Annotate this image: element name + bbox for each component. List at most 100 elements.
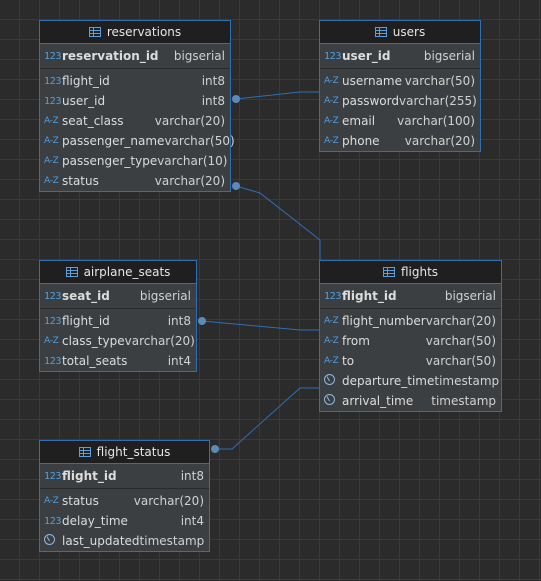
column-type: int4: [180, 514, 204, 528]
column-name: email: [342, 114, 376, 128]
column-row[interactable]: A-Z username varchar(50): [320, 71, 480, 91]
text-type-icon: A-Z: [324, 96, 339, 106]
entity-title: flight_status: [96, 445, 171, 459]
column-type: varchar(50): [425, 334, 496, 348]
numeric-type-icon: 123: [44, 290, 62, 302]
column-row[interactable]: A-Z flight_number varchar(20): [320, 311, 501, 331]
column-type: varchar(20): [154, 114, 225, 128]
column-row[interactable]: 123 total_seats int4: [40, 351, 196, 371]
text-type-icon: A-Z: [44, 116, 59, 126]
column-name: delay_time: [62, 514, 128, 528]
column-type: varchar(20): [154, 174, 225, 188]
column-row[interactable]: A-Z passenger_type varchar(10): [40, 151, 230, 171]
text-type-icon: A-Z: [324, 336, 339, 346]
primary-key-row[interactable]: 123 flight_id bigserial: [320, 286, 501, 306]
column-type: varchar(20): [425, 314, 496, 328]
column-type: bigserial: [139, 289, 191, 303]
column-row[interactable]: last_updated timestamp: [40, 531, 209, 551]
fk-flight-status-flights: [215, 387, 320, 450]
numeric-type-icon: 123: [44, 355, 62, 367]
primary-key-row[interactable]: 123 user_id bigserial: [320, 46, 480, 66]
entity-header[interactable]: flights: [320, 261, 501, 284]
column-row[interactable]: A-Z passenger_name varchar(50): [40, 131, 235, 151]
primary-key-section: 123 user_id bigserial: [320, 44, 480, 69]
column-type: varchar(20): [133, 494, 204, 508]
column-row[interactable]: 123 delay_time int4: [40, 511, 209, 531]
columns-section: A-Z username varchar(50) A-Z password varchar…: [320, 69, 480, 153]
primary-key-row[interactable]: 123 seat_id bigserial: [40, 286, 196, 306]
column-row[interactable]: A-Z from varchar(50): [320, 331, 501, 351]
column-name: user_id: [62, 94, 106, 108]
column-row[interactable]: A-Z class_type varchar(20): [40, 331, 196, 351]
timestamp-type-icon: [44, 534, 62, 548]
column-name: from: [342, 334, 370, 348]
column-type: varchar(20): [124, 334, 195, 348]
text-type-icon: A-Z: [324, 356, 339, 366]
column-row[interactable]: 123 flight_id int8: [40, 311, 196, 331]
column-name: reservation_id: [62, 49, 159, 63]
text-type-icon: A-Z: [44, 336, 59, 346]
entity-header[interactable]: flight_status: [40, 441, 209, 464]
column-type: varchar(10): [157, 154, 228, 168]
column-row[interactable]: 123 flight_id int8: [40, 71, 230, 91]
column-name: class_type: [62, 334, 125, 348]
entity-flight-status[interactable]: flight_status 123 flight_id int8 A-Z status va…: [39, 440, 210, 552]
entity-title: flights: [400, 265, 439, 279]
numeric-type-icon: 123: [44, 75, 62, 87]
entity-users[interactable]: users 123 user_id bigserial A-Z username varch…: [319, 20, 481, 152]
numeric-type-icon: 123: [324, 50, 342, 62]
column-row[interactable]: A-Z status varchar(20): [40, 491, 209, 511]
column-type: int4: [167, 354, 191, 368]
column-name: total_seats: [62, 354, 128, 368]
column-row[interactable]: arrival_time timestamp: [320, 391, 501, 411]
column-type: timestamp: [431, 394, 496, 408]
primary-key-row[interactable]: 123 reservation_id bigserial: [40, 46, 230, 66]
primary-key-section: 123 flight_id bigserial: [320, 284, 501, 309]
primary-key-row[interactable]: 123 flight_id int8: [40, 466, 209, 486]
entity-reservations[interactable]: reservations 123 reservation_id bigserial 12…: [39, 20, 235, 192]
column-name: username: [342, 74, 402, 88]
entity-airplane-seats[interactable]: airplane_seats 123 seat_id bigserial 123 flig…: [39, 260, 197, 372]
text-type-icon: A-Z: [324, 76, 339, 86]
column-name: last_updated: [62, 534, 140, 548]
entity-title: users: [392, 25, 426, 39]
entity-header[interactable]: users: [320, 21, 480, 44]
column-name: flight_number: [342, 314, 426, 328]
column-type: varchar(20): [404, 134, 475, 148]
numeric-type-icon: 123: [324, 290, 342, 302]
column-row[interactable]: A-Z seat_class varchar(20): [40, 111, 230, 131]
column-row[interactable]: A-Z email varchar(100): [320, 111, 480, 131]
column-name: status: [62, 174, 99, 188]
connector-dot: [211, 445, 219, 453]
text-type-icon: A-Z: [44, 176, 59, 186]
text-type-icon: A-Z: [324, 316, 339, 326]
numeric-type-icon: 123: [44, 515, 62, 527]
numeric-type-icon: 123: [44, 470, 62, 482]
table-icon: [65, 267, 78, 277]
entity-title: airplane_seats: [83, 265, 171, 279]
column-name: status: [62, 494, 99, 508]
column-row[interactable]: A-Z password varchar(255): [320, 91, 480, 111]
column-row[interactable]: A-Z phone varchar(20): [320, 131, 480, 151]
column-type: int8: [201, 74, 225, 88]
column-row[interactable]: departure_time timestamp: [320, 371, 501, 391]
entity-header[interactable]: airplane_seats: [40, 261, 196, 284]
entity-header[interactable]: reservations: [40, 21, 230, 44]
entity-flights[interactable]: flights 123 flight_id bigserial A-Z flight_nu…: [319, 260, 502, 412]
column-type: timestamp: [434, 374, 500, 388]
text-type-icon: A-Z: [44, 156, 59, 166]
column-type: varchar(50): [404, 74, 475, 88]
column-name: passenger_type: [62, 154, 158, 168]
column-type: varchar(100): [397, 114, 475, 128]
connector-dot: [232, 182, 240, 190]
table-icon: [374, 27, 387, 37]
column-type: varchar(50): [425, 354, 496, 368]
numeric-type-icon: 123: [44, 315, 62, 327]
table-icon: [382, 267, 395, 277]
column-type: bigserial: [444, 289, 496, 303]
columns-section: A-Z flight_number varchar(20) A-Z from varcha…: [320, 309, 501, 413]
fk-reservations-flights: [235, 185, 321, 260]
column-row[interactable]: 123 user_id int8: [40, 91, 230, 111]
column-row[interactable]: A-Z to varchar(50): [320, 351, 501, 371]
column-row[interactable]: A-Z status varchar(20): [40, 171, 230, 191]
